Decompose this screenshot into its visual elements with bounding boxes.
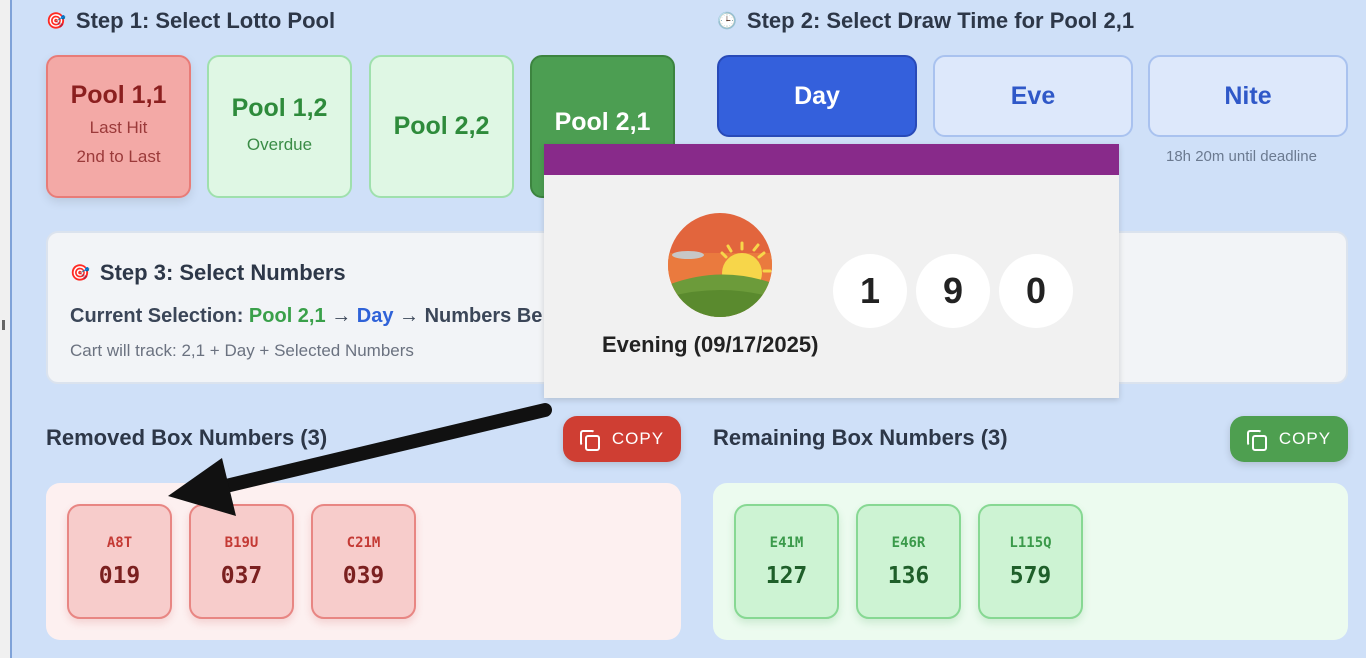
- copy-remaining-button[interactable]: COPY: [1230, 416, 1348, 462]
- pool-name: Pool 2,1: [554, 108, 651, 136]
- step3-title: 🎯 Step 3: Select Numbers: [70, 260, 346, 286]
- box-number: 037: [220, 562, 263, 589]
- draw-date-label: Evening (09/17/2025): [602, 332, 819, 357]
- arrow-separator: →: [331, 305, 352, 327]
- copy-icon: [579, 430, 600, 451]
- draw-time-day-button[interactable]: Day: [717, 55, 917, 137]
- current-numbers: Numbers Be: [424, 305, 543, 327]
- box-code: E46R: [891, 534, 926, 551]
- removed-box-item[interactable]: A8T 019: [67, 504, 172, 619]
- box-code: L115Q: [1009, 534, 1052, 551]
- left-scroll-rail: [0, 0, 12, 658]
- box-number: 579: [1009, 562, 1052, 589]
- current-pool: Pool 2,1: [248, 305, 326, 327]
- box-code: E41M: [769, 534, 804, 551]
- remaining-box-title: Remaining Box Numbers (3): [713, 425, 1008, 450]
- box-number: 136: [887, 562, 930, 589]
- copy-removed-button[interactable]: COPY: [563, 416, 681, 462]
- draw-time-nite-button[interactable]: Nite: [1148, 55, 1348, 137]
- step1-title: 🎯 Step 1: Select Lotto Pool: [46, 8, 335, 34]
- pool-name: Pool 1,1: [70, 81, 167, 109]
- step2-title-text: Step 2: Select Draw Time for Pool 2,1: [746, 8, 1135, 33]
- sunset-icon: [668, 213, 772, 317]
- current-selection: Current Selection: Pool 2,1 → Day → Numb…: [70, 305, 542, 328]
- box-number: 039: [342, 562, 385, 589]
- pool-name: Pool 1,2: [231, 93, 328, 122]
- box-number: 127: [765, 562, 808, 589]
- removed-box-panel: A8T 019 B19U 037 C21M 039: [46, 483, 681, 640]
- pool-status-line1: Last Hit: [89, 118, 148, 137]
- result-ball: 9: [916, 254, 990, 328]
- rail-marker: [2, 320, 5, 330]
- deadline-countdown: 18h 20m until deadline: [1166, 148, 1317, 165]
- remaining-box-item[interactable]: E46R 136: [856, 504, 961, 619]
- result-ball: 1: [833, 254, 907, 328]
- box-code: C21M: [346, 534, 381, 551]
- arrow-separator: →: [399, 305, 420, 327]
- removed-box-item[interactable]: B19U 037: [189, 504, 294, 619]
- draw-time-eve-button[interactable]: Eve: [933, 55, 1133, 137]
- cart-tracking-note: Cart will track: 2,1 + Day + Selected Nu…: [70, 341, 414, 360]
- remaining-box-panel: E41M 127 E46R 136 L115Q 579: [713, 483, 1348, 640]
- removed-box-item[interactable]: C21M 039: [311, 504, 416, 619]
- box-number: 019: [98, 562, 141, 589]
- copy-label: COPY: [611, 429, 665, 448]
- clock-icon: 🕒: [717, 13, 737, 30]
- popup-header-bar: [544, 144, 1119, 175]
- pool-card-2-2[interactable]: Pool 2,2: [369, 55, 514, 198]
- current-draw: Day: [356, 305, 394, 327]
- pool-status: Overdue: [246, 134, 313, 154]
- pool-status-line2: 2nd to Last: [76, 147, 161, 166]
- box-code: A8T: [106, 534, 133, 551]
- box-code: B19U: [224, 534, 259, 551]
- current-selection-label: Current Selection:: [70, 305, 244, 327]
- remaining-box-item[interactable]: L115Q 579: [978, 504, 1083, 619]
- step2-title: 🕒 Step 2: Select Draw Time for Pool 2,1: [717, 8, 1134, 34]
- removed-box-title: Removed Box Numbers (3): [46, 425, 328, 450]
- pool-name: Pool 2,2: [393, 112, 490, 140]
- result-ball: 0: [999, 254, 1073, 328]
- pool-card-1-1[interactable]: Pool 1,1 Last Hit 2nd to Last: [46, 55, 191, 198]
- target-icon: 🎯: [70, 265, 90, 282]
- remaining-box-item[interactable]: E41M 127: [734, 504, 839, 619]
- step3-title-text: Step 3: Select Numbers: [99, 260, 346, 285]
- target-icon: 🎯: [46, 13, 66, 30]
- step1-title-text: Step 1: Select Lotto Pool: [75, 8, 336, 33]
- copy-icon: [1246, 430, 1267, 451]
- draw-result-popup: 1 9 0 Evening (09/17/2025): [544, 144, 1119, 398]
- copy-label: COPY: [1278, 429, 1332, 448]
- pool-card-1-2[interactable]: Pool 1,2 Overdue: [207, 55, 352, 198]
